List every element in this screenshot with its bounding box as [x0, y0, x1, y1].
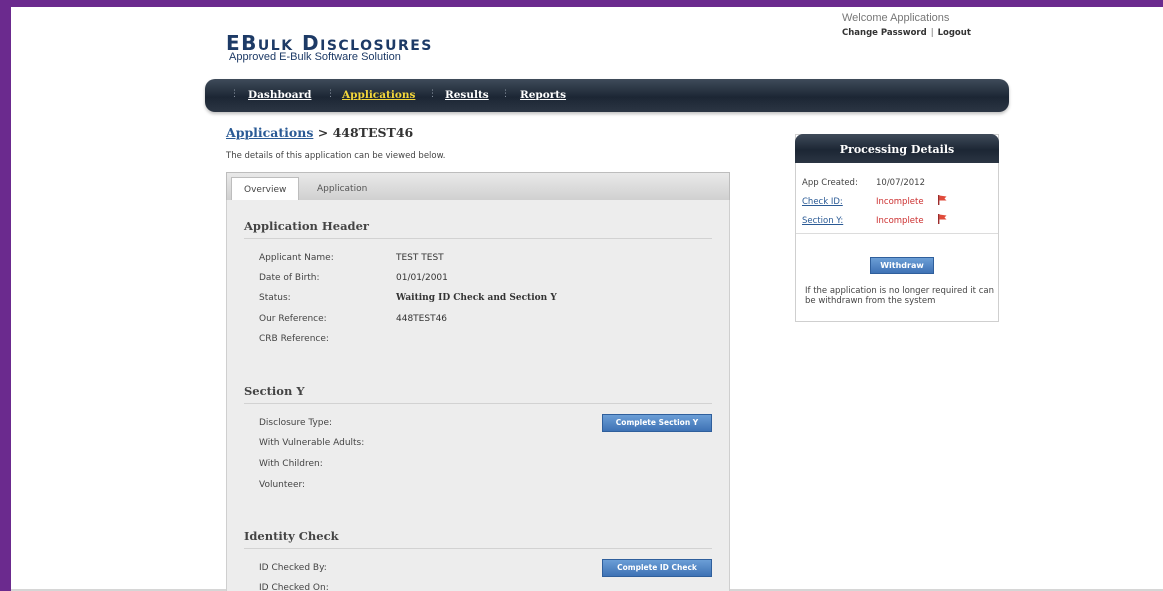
section-divider: [244, 403, 712, 404]
with-vulnerable-adults-label: With Vulnerable Adults:: [259, 438, 365, 448]
with-children-label: With Children:: [259, 459, 323, 469]
section-y-status: Incomplete: [876, 216, 924, 226]
app-created-value: 10/07/2012: [876, 178, 925, 188]
our-reference-label: Our Reference:: [259, 314, 327, 324]
nav-separator: ⋮: [428, 89, 437, 99]
section-divider: [244, 238, 712, 239]
date-of-birth-value: 01/01/2001: [396, 273, 448, 283]
nav-item-reports[interactable]: Reports: [520, 89, 566, 101]
tab-overview[interactable]: Overview: [231, 177, 300, 202]
main-nav: ⋮ Dashboard ⋮ Applications ⋮ Results ⋮ R…: [205, 79, 1009, 112]
application-header-title: Application Header: [244, 219, 369, 233]
check-id-status: Incomplete: [876, 197, 924, 207]
account-links: Change Password | Logout: [842, 28, 971, 38]
check-id-link[interactable]: Check ID:: [802, 197, 843, 207]
breadcrumb-current: 448TEST46: [332, 125, 414, 140]
incomplete-flag-icon: [938, 195, 947, 205]
tab-application[interactable]: Application: [305, 177, 379, 201]
crb-reference-label: CRB Reference:: [259, 334, 329, 344]
disclosure-type-label: Disclosure Type:: [259, 418, 333, 428]
window-frame-top: [0, 0, 1163, 7]
brand-subtitle: Approved E-Bulk Software Solution: [229, 51, 401, 63]
nav-separator: ⋮: [326, 89, 335, 99]
status-label: Status:: [259, 293, 291, 303]
withdraw-note: If the application is no longer required…: [805, 286, 994, 306]
section-y-link[interactable]: Section Y:: [802, 216, 843, 226]
date-of-birth-label: Date of Birth:: [259, 273, 320, 283]
section-divider: [244, 548, 712, 549]
identity-check-title: Identity Check: [244, 529, 339, 543]
breadcrumb-applications-link[interactable]: Applications: [226, 125, 313, 140]
processing-divider: [796, 233, 998, 234]
welcome-text: Welcome Applications: [842, 12, 950, 24]
volunteer-label: Volunteer:: [259, 480, 306, 490]
nav-item-results[interactable]: Results: [445, 89, 489, 101]
app-created-label: App Created:: [802, 178, 858, 188]
id-checked-by-label: ID Checked By:: [259, 563, 327, 573]
id-checked-on-label: ID Checked On:: [259, 583, 329, 591]
window-frame-left: [0, 0, 11, 591]
change-password-link[interactable]: Change Password: [842, 28, 927, 38]
account-link-separator: |: [930, 28, 934, 38]
status-value: Waiting ID Check and Section Y: [396, 293, 557, 303]
applicant-name-value: TEST TEST: [396, 253, 444, 263]
breadcrumb-separator: >: [313, 125, 333, 140]
applicant-name-label: Applicant Name:: [259, 253, 334, 263]
incomplete-flag-icon: [938, 214, 947, 224]
nav-item-applications[interactable]: Applications: [342, 89, 415, 101]
withdraw-button[interactable]: Withdraw: [870, 257, 934, 274]
nav-separator: ⋮: [230, 89, 239, 99]
page-intro-text: The details of this application can be v…: [226, 151, 446, 161]
breadcrumb: Applications > 448TEST46: [226, 125, 413, 140]
nav-item-dashboard[interactable]: Dashboard: [248, 89, 311, 101]
tab-bar: Overview Application: [226, 172, 730, 202]
complete-section-y-button[interactable]: Complete Section Y: [602, 414, 712, 432]
section-y-title: Section Y: [244, 384, 305, 398]
logout-link[interactable]: Logout: [938, 28, 971, 38]
nav-separator: ⋮: [501, 89, 510, 99]
complete-id-check-button[interactable]: Complete ID Check: [602, 559, 712, 577]
processing-details-title: Processing Details: [839, 143, 955, 156]
our-reference-value: 448TEST46: [396, 314, 448, 324]
